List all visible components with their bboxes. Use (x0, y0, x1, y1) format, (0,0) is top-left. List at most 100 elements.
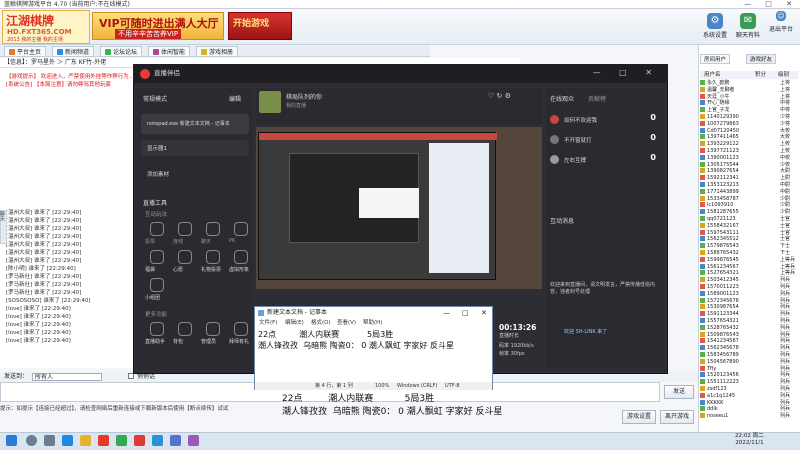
tab-home[interactable]: 平台主页 (4, 46, 47, 57)
more-tool-icon[interactable] (178, 322, 192, 336)
tab-room-users[interactable]: 房间用户 (700, 54, 731, 64)
user-row[interactable]: 1393229122 上校 (700, 141, 796, 148)
more-tool-icon[interactable] (206, 322, 220, 336)
notepad-task-icon[interactable] (170, 435, 181, 446)
tool-icon[interactable] (178, 222, 192, 236)
user-row[interactable]: 1504567890 列兵 (700, 358, 796, 366)
more-tool-icon[interactable] (234, 322, 248, 336)
tab-game-friends[interactable]: 游戏好友 (746, 54, 777, 64)
user-row[interactable]: ddlk 列兵 (700, 406, 796, 413)
tab-leisure[interactable]: 体闲智能 (148, 46, 191, 57)
add-source-button[interactable]: 添加素材 (147, 170, 169, 178)
user-row[interactable]: zsdf123 列兵 (700, 386, 796, 393)
notepad-maximize-button[interactable]: □ (462, 307, 469, 319)
user-row[interactable]: 1591123344 列兵 (700, 311, 796, 318)
notepad-text-area[interactable]: 22点 潮人内联赛 5局3胜 潮人锋孜孜 乌暗熊 陶瓷0： 0 潮人飘虹 字家好… (258, 329, 490, 351)
game-client-icon[interactable] (152, 435, 163, 446)
tool-icon[interactable] (206, 222, 220, 236)
user-row[interactable]: 上官_子龙 中将 (700, 107, 796, 114)
game-settings-button[interactable]: 游戏设置 (622, 410, 656, 424)
user-row[interactable]: 1588765432 下士 (700, 250, 796, 257)
tab-contribution-rank[interactable]: 贡献榜 (588, 94, 606, 103)
scene-mode-select[interactable]: 常规模式 (143, 94, 167, 103)
exit-button[interactable]: 退出平台 (766, 24, 796, 44)
stream-action-icons[interactable]: ♡ ↻ ⚙ (488, 92, 511, 100)
user-row[interactable]: 1557654321 列兵 (700, 318, 796, 325)
app-icon[interactable] (188, 435, 199, 446)
user-row[interactable]: 1579876543 下士 (700, 243, 796, 250)
send-button[interactable]: 发送 (664, 385, 694, 399)
user-row[interactable]: 1520123456 列兵 (700, 372, 796, 379)
tool-icon[interactable] (150, 278, 164, 292)
user-row[interactable]: 1581287655 少尉 (700, 209, 796, 216)
user-row[interactable]: 1353123213 中尉 (700, 182, 796, 189)
user-row[interactable]: noseeu1 列兵 (700, 413, 796, 420)
user-row[interactable]: 1771443899 中尉 (700, 188, 796, 196)
chat-button[interactable]: ✉ 聊天有料 (733, 11, 763, 43)
user-row[interactable]: 1570011223 列兵 (700, 284, 796, 291)
leave-game-button[interactable]: 离开游戏 (660, 410, 694, 424)
notepad-menu-item[interactable]: 编辑(E) (285, 319, 304, 328)
user-center-button[interactable]: ☺ (766, 11, 796, 23)
more-tool-icon[interactable] (150, 322, 164, 336)
user-row[interactable]: 1599876545 上等兵 (700, 256, 796, 264)
user-row[interactable]: 永久_欧鹏 上将 (700, 80, 796, 87)
notepad-menu-item[interactable]: 帮助(H) (363, 319, 382, 328)
search-icon[interactable] (26, 435, 37, 446)
notepad-minimize-button[interactable]: — (443, 307, 450, 319)
user-row[interactable]: 1562345678 列兵 (700, 345, 796, 352)
streaming-app-icon[interactable] (134, 435, 145, 446)
side-chat-tab[interactable]: 聊天 (0, 210, 7, 244)
start-icon[interactable] (6, 435, 17, 446)
user-row[interactable]: 1551112223 列兵 (700, 379, 796, 386)
audience-row[interactable]: 如何不欢迎我 0 (550, 112, 660, 128)
user-row[interactable]: 1562345512 士官 (700, 236, 796, 243)
tab-album[interactable]: 游戏相册 (196, 46, 239, 57)
user-row[interactable]: 1530987654 列兵 (700, 304, 796, 311)
tool-icon[interactable] (234, 222, 248, 236)
streaming-window-controls[interactable]: — □ ✕ (593, 68, 660, 77)
audience-row[interactable]: 左右互搏 0 (550, 152, 660, 168)
tool-icon[interactable] (150, 250, 164, 264)
user-row[interactable]: 1527654321 上等兵 (700, 270, 796, 277)
user-row[interactable]: 1397721123 上校 (700, 148, 796, 155)
notepad-menu-item[interactable]: 查看(V) (337, 319, 356, 328)
user-row[interactable]: 开心_随缘 中将 (700, 100, 796, 107)
tool-icon[interactable] (150, 222, 164, 236)
user-row[interactable]: 1140129390 少将 (700, 114, 796, 121)
tool-icon[interactable] (234, 250, 248, 264)
taskbar-clock[interactable]: 22:02 周二 2022/11/1 (735, 433, 764, 447)
source-item[interactable]: 显示器1 (141, 140, 249, 156)
tab-news[interactable]: 新闻频道 (52, 46, 95, 57)
task-view-icon[interactable] (44, 435, 55, 446)
chrome-icon[interactable] (98, 435, 109, 446)
wechat-icon[interactable] (116, 435, 127, 446)
user-row[interactable]: 1589001123 列兵 (700, 290, 796, 298)
system-settings-button[interactable]: ⚙ 系统设置 (700, 11, 730, 43)
ad-banner[interactable]: 开始游戏 (228, 12, 292, 40)
user-row[interactable]: 1007279863 少将 (700, 120, 796, 128)
audience-row[interactable]: 不开窗就打 0 (550, 132, 660, 148)
folder-icon[interactable] (80, 435, 91, 446)
user-row[interactable]: lc1093910 少尉 (700, 202, 796, 209)
user-row[interactable]: 1397411465 大校 (700, 134, 796, 141)
user-row[interactable]: a1c1q1245 列兵 (700, 392, 796, 400)
user-row[interactable]: 温馨_无聊者 上将 (700, 86, 796, 94)
user-row[interactable]: 1528765432 列兵 (700, 324, 796, 332)
notepad-menu-item[interactable]: 文件(F) (259, 319, 277, 328)
chat-log[interactable]: 【游戏提示】 欢迎进入，严禁使用外挂等作弊行为…… [系统公告] 【本局注意】请勿… (0, 68, 140, 368)
user-row[interactable]: 1503412345 列兵 (700, 277, 796, 284)
user-row[interactable]: 1592112341 上尉 (700, 175, 796, 182)
notepad-close-button[interactable]: ✕ (481, 307, 487, 319)
notepad-menu-item[interactable]: 格式(O) (311, 319, 331, 328)
tool-icon[interactable] (178, 250, 192, 264)
client-window-controls[interactable]: — □ ✕ (744, 0, 798, 9)
user-row[interactable]: 1390827654 大尉 (700, 168, 796, 175)
tab-online-audience[interactable]: 在线观众 (550, 94, 574, 103)
tool-icon[interactable] (206, 250, 220, 264)
scene-edit-button[interactable]: 编辑 (229, 94, 241, 103)
tab-forum[interactable]: 论坛论坛 (100, 46, 143, 57)
user-row[interactable]: 1558432167 士官 (700, 222, 796, 230)
user-row[interactable]: 1583456789 列兵 (700, 352, 796, 359)
source-item[interactable]: notepad.exe 新建文本文档 - 记事本 (141, 114, 249, 134)
